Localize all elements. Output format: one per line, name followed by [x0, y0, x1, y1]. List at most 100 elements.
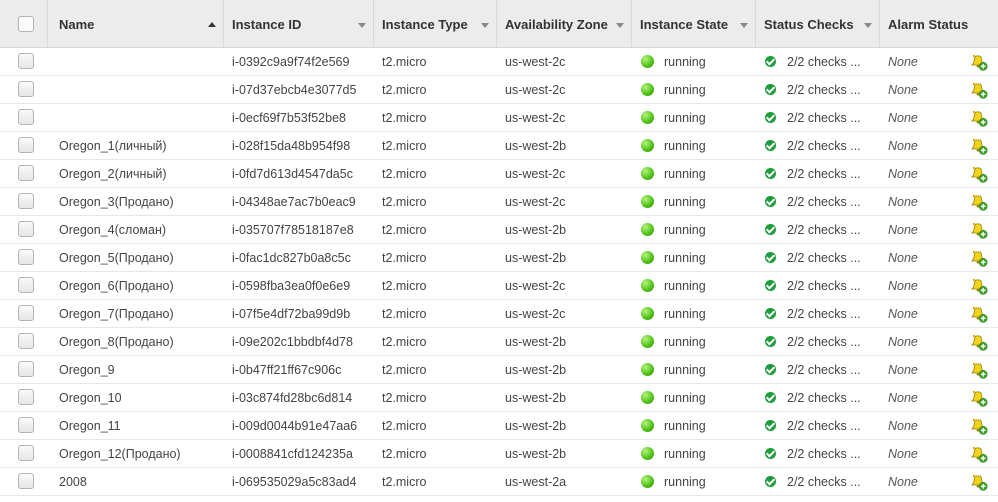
column-header-name[interactable]: Name [48, 0, 224, 48]
status-checks[interactable]: 2/2 checks ... [787, 48, 879, 75]
availability-zone: us-west-2a [505, 475, 567, 489]
status-checks[interactable]: 2/2 checks ... [787, 216, 879, 243]
status-checks[interactable]: 2/2 checks ... [787, 160, 879, 187]
column-header-instance-type[interactable]: Instance Type [374, 0, 497, 48]
row-checkbox[interactable] [18, 137, 34, 153]
table-row[interactable]: i-0ecf69f7b53f52be8 t2.micro us-west-2c run… [0, 104, 998, 132]
chevron-down-icon[interactable] [864, 23, 872, 28]
chevron-down-icon[interactable] [481, 23, 489, 28]
status-checks[interactable]: 2/2 checks ... [787, 356, 879, 383]
table-row[interactable]: Oregon_7(Продано) i-07f5e4df72ba99d9b t2.m… [0, 300, 998, 328]
check-passed-icon [765, 84, 776, 95]
row-checkbox[interactable] [18, 389, 34, 405]
table-row[interactable]: 2008 i-069535029a5c83ad4 t2.micro us-west-2… [0, 468, 998, 496]
add-alarm-icon[interactable] [970, 474, 988, 491]
instance-id: i-0392c9a9f74f2e569 [232, 55, 350, 69]
add-alarm-icon[interactable] [970, 446, 988, 463]
instance-name: Oregon_12(Продано) [59, 447, 181, 461]
status-checks[interactable]: 2/2 checks ... [787, 300, 879, 327]
table-row[interactable]: Oregon_11 i-009d0044b91e47aa6 t2.micro us-w… [0, 412, 998, 440]
status-checks[interactable]: 2/2 checks ... [787, 132, 879, 159]
add-alarm-icon[interactable] [970, 194, 988, 211]
add-alarm-icon[interactable] [970, 166, 988, 183]
row-checkbox[interactable] [18, 277, 34, 293]
column-header-alarm-status[interactable]: Alarm Status [880, 0, 998, 48]
status-checks[interactable]: 2/2 checks ... [787, 440, 879, 467]
table-row[interactable]: i-0392c9a9f74f2e569 t2.micro us-west-2c run… [0, 48, 998, 76]
table-row[interactable]: Oregon_2(личный) i-0fd7d613d4547da5c t2.mi… [0, 160, 998, 188]
add-alarm-icon[interactable] [970, 278, 988, 295]
instance-state: running [664, 139, 706, 153]
instance-name: Oregon_3(Продано) [59, 195, 174, 209]
sort-ascending-icon[interactable] [208, 22, 216, 27]
row-checkbox[interactable] [18, 109, 34, 125]
status-checks[interactable]: 2/2 checks ... [787, 328, 879, 355]
availability-zone: us-west-2c [505, 83, 566, 97]
row-checkbox[interactable] [18, 53, 34, 69]
add-alarm-icon[interactable] [970, 362, 988, 379]
alarm-status: None [888, 55, 918, 69]
instance-type: t2.micro [382, 447, 427, 461]
add-alarm-icon[interactable] [970, 82, 988, 99]
instance-id: i-07f5e4df72ba99d9b [232, 307, 351, 321]
add-alarm-icon[interactable] [970, 306, 988, 323]
row-checkbox[interactable] [18, 165, 34, 181]
status-checks[interactable]: 2/2 checks ... [787, 384, 879, 411]
row-checkbox[interactable] [18, 305, 34, 321]
add-alarm-icon[interactable] [970, 138, 988, 155]
column-header-status-checks[interactable]: Status Checks [756, 0, 880, 48]
column-header-availability-zone[interactable]: Availability Zone [497, 0, 632, 48]
column-header-instance-id[interactable]: Instance ID [224, 0, 374, 48]
add-alarm-icon[interactable] [970, 418, 988, 435]
status-checks[interactable]: 2/2 checks ... [787, 244, 879, 271]
row-checkbox[interactable] [18, 473, 34, 489]
row-checkbox[interactable] [18, 221, 34, 237]
availability-zone: us-west-2c [505, 307, 566, 321]
alarm-status: None [888, 111, 918, 125]
table-row[interactable]: Oregon_8(Продано) i-09e202c1bbdbf4d78 t2.m… [0, 328, 998, 356]
status-checks[interactable]: 2/2 checks ... [787, 468, 879, 495]
alarm-status: None [888, 335, 918, 349]
column-header-instance-state[interactable]: Instance State [632, 0, 756, 48]
instance-name [59, 104, 224, 131]
table-row[interactable]: i-07d37ebcb4e3077d5 t2.micro us-west-2c run… [0, 76, 998, 104]
add-alarm-icon[interactable] [970, 390, 988, 407]
instance-state: running [664, 111, 706, 125]
add-alarm-icon[interactable] [970, 250, 988, 267]
table-row[interactable]: Oregon_9 i-0b47ff21ff67c906c t2.micro us-we… [0, 356, 998, 384]
add-alarm-icon[interactable] [970, 334, 988, 351]
instance-state: running [664, 335, 706, 349]
add-alarm-icon[interactable] [970, 110, 988, 127]
chevron-down-icon[interactable] [616, 23, 624, 28]
chevron-down-icon[interactable] [740, 23, 748, 28]
row-checkbox[interactable] [18, 333, 34, 349]
select-all-checkbox[interactable] [18, 16, 34, 32]
availability-zone: us-west-2b [505, 335, 567, 349]
add-alarm-icon[interactable] [970, 54, 988, 71]
instance-name: Oregon_9 [59, 363, 115, 377]
instance-name: Oregon_4(сломан) [59, 223, 167, 237]
status-checks[interactable]: 2/2 checks ... [787, 76, 879, 103]
table-row[interactable]: Oregon_6(Продано) i-0598fba3ea0f0e6e9 t2.m… [0, 272, 998, 300]
table-row[interactable]: Oregon_1(личный) i-028f15da48b954f98 t2.mi… [0, 132, 998, 160]
table-row[interactable]: Oregon_12(Продано) i-0008841cfd124235a t2.… [0, 440, 998, 468]
row-checkbox[interactable] [18, 417, 34, 433]
status-checks[interactable]: 2/2 checks ... [787, 104, 879, 131]
instance-name: Oregon_11 [59, 419, 121, 433]
row-checkbox[interactable] [18, 445, 34, 461]
availability-zone: us-west-2c [505, 167, 566, 181]
table-row[interactable]: Oregon_3(Продано) i-04348ae7ac7b0eac9 t2.m… [0, 188, 998, 216]
table-row[interactable]: Oregon_10 i-03c874fd28bc6d814 t2.micro us-w… [0, 384, 998, 412]
row-checkbox[interactable] [18, 361, 34, 377]
table-row[interactable]: Oregon_4(сломан) i-035707f78518187e8 t2.mi… [0, 216, 998, 244]
status-checks[interactable]: 2/2 checks ... [787, 412, 879, 439]
table-row[interactable]: Oregon_5(Продано) i-0fac1dc827b0a8c5c t2.m… [0, 244, 998, 272]
status-checks[interactable]: 2/2 checks ... [787, 188, 879, 215]
instance-name: 2008 [59, 475, 87, 489]
row-checkbox[interactable] [18, 193, 34, 209]
add-alarm-icon[interactable] [970, 222, 988, 239]
status-checks[interactable]: 2/2 checks ... [787, 272, 879, 299]
row-checkbox[interactable] [18, 81, 34, 97]
row-checkbox[interactable] [18, 249, 34, 265]
chevron-down-icon[interactable] [358, 23, 366, 28]
